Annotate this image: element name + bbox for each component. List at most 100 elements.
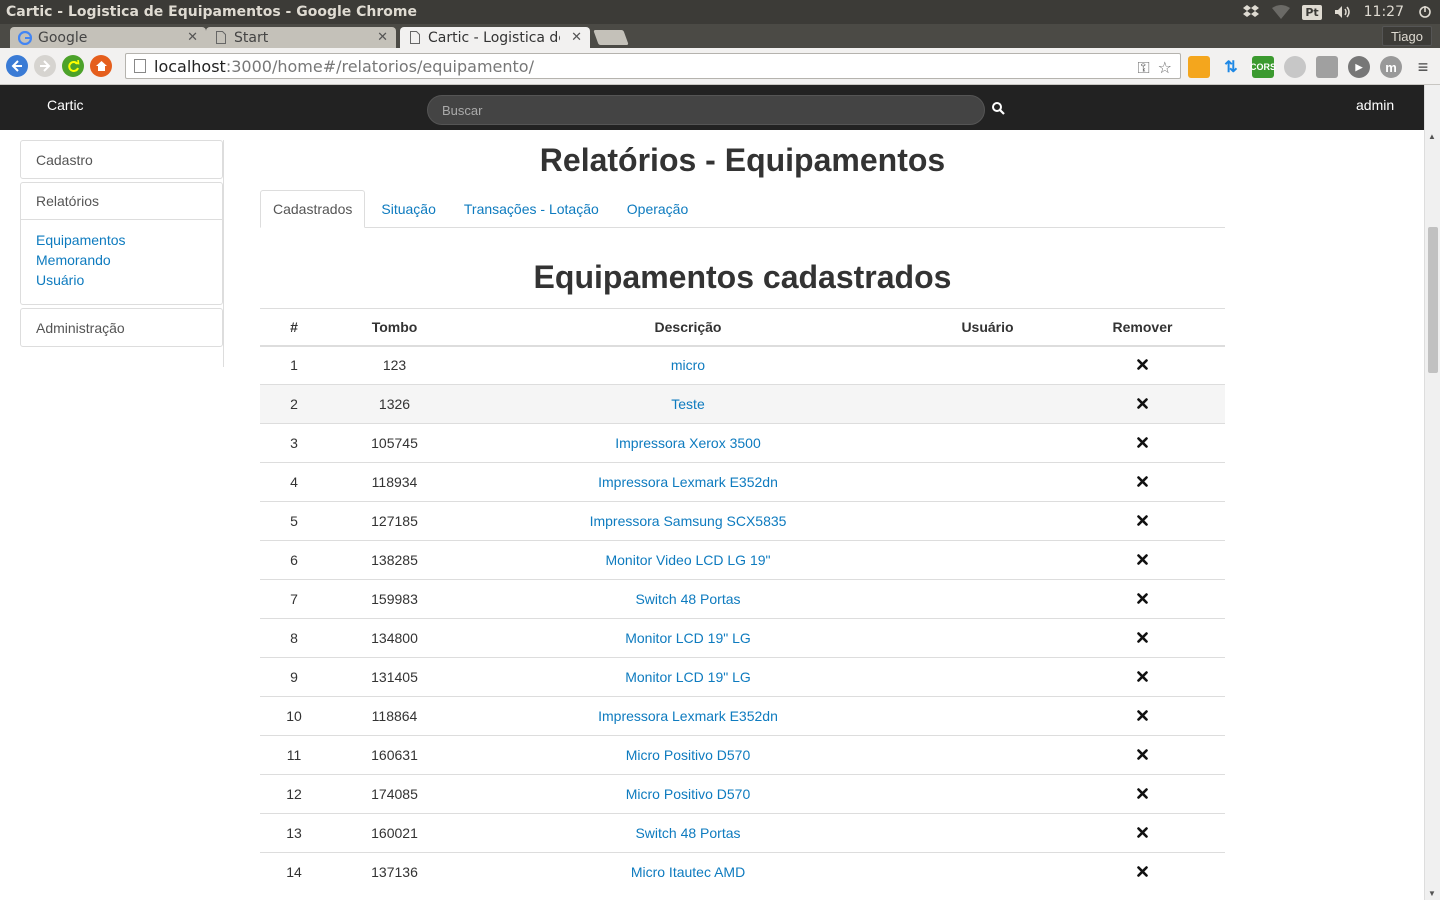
- row-description-link[interactable]: Switch 48 Portas: [635, 591, 740, 607]
- row-description-link[interactable]: Impressora Lexmark E352dn: [598, 474, 778, 490]
- volume-icon[interactable]: [1334, 4, 1352, 20]
- remove-x-icon[interactable]: [1137, 708, 1148, 725]
- row-description-link[interactable]: Switch 48 Portas: [635, 825, 740, 841]
- tab-situacao[interactable]: Situação: [369, 190, 447, 228]
- sidebar-panel-heading[interactable]: Cadastro: [21, 141, 222, 178]
- column-header: Tombo: [328, 308, 461, 347]
- sidebar-link-equipamentos[interactable]: Equipamentos: [36, 230, 207, 250]
- row-description-link[interactable]: Monitor LCD 19" LG: [625, 669, 751, 685]
- url-host: localhost: [154, 56, 226, 76]
- row-description-link[interactable]: Teste: [671, 396, 704, 412]
- circle-extension-icon[interactable]: [1284, 56, 1306, 78]
- page-scrollbar[interactable]: ▲ ▼: [1424, 85, 1440, 900]
- settings-power-icon[interactable]: [1416, 4, 1434, 20]
- scrollbar-thumb[interactable]: [1428, 227, 1438, 373]
- row-remove-cell: [1060, 813, 1225, 853]
- wifi-icon[interactable]: [1272, 4, 1291, 20]
- row-tombo: 138285: [371, 552, 418, 568]
- remove-x-icon[interactable]: [1137, 474, 1148, 491]
- row-description-link[interactable]: Micro Positivo D570: [626, 747, 751, 763]
- row-tombo-cell: 1326: [328, 384, 461, 424]
- tab-google[interactable]: Google ✕: [10, 27, 206, 48]
- row-description-link[interactable]: Impressora Xerox 3500: [615, 435, 761, 451]
- row-tombo: 131405: [371, 669, 418, 685]
- profile-button[interactable]: Tiago: [1381, 26, 1432, 46]
- remove-x-icon[interactable]: [1137, 357, 1148, 374]
- row-remove-cell: [1060, 579, 1225, 619]
- tab-close-icon[interactable]: ✕: [377, 30, 388, 45]
- row-description-link-cell: Impressora Lexmark E352dn: [461, 462, 915, 502]
- row-description-link-cell: Micro Positivo D570: [461, 735, 915, 775]
- tab-operacao[interactable]: Operação: [615, 190, 700, 228]
- tab-cartic[interactable]: Cartic - Logistica de Equipamentos ✕: [400, 27, 590, 48]
- reload-icon[interactable]: [62, 55, 84, 77]
- home-icon[interactable]: [90, 55, 112, 77]
- back-arrow-icon[interactable]: [6, 55, 28, 77]
- m-extension-icon[interactable]: m: [1380, 56, 1402, 78]
- remove-x-icon[interactable]: [1137, 786, 1148, 803]
- remove-x-icon[interactable]: [1137, 669, 1148, 686]
- sidebar-link-memorando[interactable]: Memorando: [36, 250, 207, 270]
- table-row: 6 138285 Monitor Video LCD LG 19": [260, 540, 1225, 580]
- tab-start[interactable]: Start ✕: [206, 27, 396, 48]
- row-description-link[interactable]: Monitor LCD 19" LG: [625, 630, 751, 646]
- remove-x-icon[interactable]: [1137, 513, 1148, 530]
- row-user-cell: [915, 423, 1060, 463]
- remove-x-icon[interactable]: [1137, 747, 1148, 764]
- row-remove-cell: [1060, 540, 1225, 580]
- search-input[interactable]: [442, 102, 984, 118]
- key-icon[interactable]: ⚿: [1137, 58, 1149, 78]
- brand-link[interactable]: Cartic: [47, 97, 84, 113]
- sidebar-link-usuario[interactable]: Usuário: [36, 270, 207, 290]
- page-favicon-icon: [214, 31, 228, 45]
- address-bar[interactable]: localhost:3000/home#/relatorios/equipame…: [125, 53, 1181, 79]
- play-extension-icon[interactable]: ▶: [1348, 56, 1370, 78]
- row-remove-cell: [1060, 618, 1225, 658]
- row-description-link[interactable]: Monitor Video LCD LG 19": [605, 552, 770, 568]
- book-extension-icon[interactable]: [1188, 56, 1210, 78]
- remove-x-icon[interactable]: [1137, 825, 1148, 842]
- row-user-cell: [915, 462, 1060, 502]
- tab-cadastrados[interactable]: Cadastrados: [260, 190, 366, 228]
- remove-x-icon[interactable]: [1137, 396, 1148, 413]
- sidebar-panel-heading[interactable]: Relatórios: [21, 183, 222, 220]
- column-header: Usuário: [915, 308, 1060, 347]
- user-menu[interactable]: admin: [1356, 97, 1394, 113]
- scroll-up-arrow-icon[interactable]: ▲: [1428, 132, 1436, 141]
- tab-transacoes-lotacao[interactable]: Transações - Lotação: [452, 190, 611, 228]
- tab-close-icon[interactable]: ✕: [571, 30, 582, 45]
- row-description-link[interactable]: Impressora Lexmark E352dn: [598, 708, 778, 724]
- remove-x-icon[interactable]: [1137, 552, 1148, 569]
- row-description-link[interactable]: micro: [671, 357, 705, 373]
- row-number: 7: [290, 591, 298, 607]
- row-description-link[interactable]: Impressora Samsung SCX5835: [590, 513, 787, 529]
- remove-x-icon[interactable]: [1137, 864, 1148, 881]
- row-number-cell: 4: [260, 462, 328, 502]
- sidebar-panel-heading[interactable]: Administração: [21, 309, 222, 346]
- clock[interactable]: 11:27: [1364, 4, 1404, 20]
- screenshot-extension-icon[interactable]: [1316, 56, 1338, 78]
- sync-extension-icon[interactable]: ⇅: [1220, 56, 1242, 78]
- dropbox-icon[interactable]: [1242, 4, 1260, 20]
- row-tombo-cell: 127185: [328, 501, 461, 541]
- row-number: 5: [290, 513, 298, 529]
- forward-arrow-icon[interactable]: [34, 55, 56, 77]
- menu-icon[interactable]: ≡: [1412, 56, 1434, 78]
- row-tombo: 174085: [371, 786, 418, 802]
- cors-extension-icon[interactable]: CORS: [1250, 56, 1276, 78]
- row-description-link[interactable]: Micro Itautec AMD: [631, 864, 745, 880]
- row-tombo: 127185: [371, 513, 418, 529]
- bookmark-star-icon[interactable]: ☆: [1158, 58, 1172, 78]
- remove-x-icon[interactable]: [1137, 435, 1148, 452]
- tab-close-icon[interactable]: ✕: [187, 30, 198, 45]
- row-tombo-cell: 159983: [328, 579, 461, 619]
- new-tab-button[interactable]: [593, 30, 629, 45]
- google-favicon-icon: [18, 30, 32, 45]
- table-row: 1 123 micro: [260, 345, 1225, 385]
- remove-x-icon[interactable]: [1137, 630, 1148, 647]
- remove-x-icon[interactable]: [1137, 591, 1148, 608]
- search-icon[interactable]: [990, 100, 1006, 116]
- keyboard-layout-badge[interactable]: Pt: [1302, 4, 1322, 20]
- row-description-link[interactable]: Micro Positivo D570: [626, 786, 751, 802]
- scroll-down-arrow-icon[interactable]: ▼: [1428, 889, 1436, 898]
